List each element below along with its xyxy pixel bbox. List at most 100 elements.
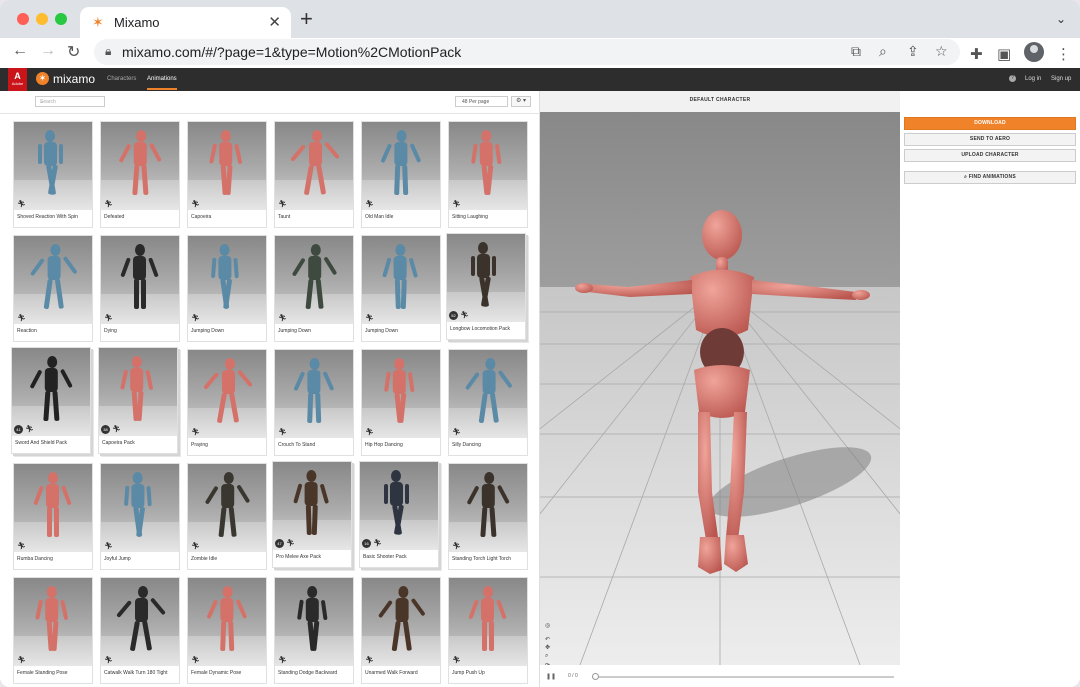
more-menu-icon[interactable]: ⋮ xyxy=(1056,45,1071,63)
animation-card[interactable]: 🏃︎ Capoeira xyxy=(187,121,267,228)
tab-mixamo[interactable]: ✶ Mixamo ✕ xyxy=(80,7,291,38)
reload-icon[interactable]: ↻ xyxy=(67,42,80,62)
minimize-window-button[interactable] xyxy=(36,13,48,25)
pack-count-badge: 38 xyxy=(101,425,110,434)
reset-camera-icon[interactable]: ◎ xyxy=(545,622,550,629)
animation-thumbnail xyxy=(14,464,92,552)
extensions-icon[interactable]: ✚ xyxy=(970,45,983,63)
3d-scene[interactable]: ◎ ↶ ✥ ⌕ ⟳ ▪ xyxy=(540,112,900,665)
pack-card[interactable]: 38 🏃︎ Capoeira Pack xyxy=(98,347,178,454)
close-window-button[interactable] xyxy=(17,13,29,25)
pause-icon[interactable]: ❚❚ xyxy=(546,673,556,680)
lock-icon[interactable]: 🔒︎ xyxy=(105,44,111,59)
animation-card[interactable]: 🏃︎ Zombie Idle xyxy=(187,463,267,570)
animation-label: Reaction xyxy=(17,328,37,334)
profile-icon[interactable] xyxy=(1024,42,1044,62)
adobe-logo[interactable]: A Adobe xyxy=(8,68,27,91)
animation-card[interactable]: 🏃︎ Crouch To Stand xyxy=(274,349,354,456)
animation-card[interactable]: 🏃︎ Jumping Down xyxy=(361,235,441,342)
animation-label: Crouch To Stand xyxy=(278,442,316,448)
tab-search-chevron-icon[interactable]: ⌄ xyxy=(1056,12,1066,26)
animation-card[interactable]: 🏃︎ Female Standing Pose xyxy=(13,577,93,684)
nav-animations[interactable]: Animations xyxy=(147,76,177,90)
pack-card[interactable]: 47 🏃︎ Pro Melee Axe Pack xyxy=(272,461,352,568)
playback-bar: ❚❚ 0 / 0 xyxy=(540,665,900,687)
pack-count-badge: 41 xyxy=(14,425,23,434)
animation-card[interactable]: 🏃︎ Dying xyxy=(100,235,180,342)
pan-icon[interactable]: ✥ xyxy=(545,644,550,651)
translate-icon[interactable]: ⧉ xyxy=(851,43,861,60)
nav-characters[interactable]: Characters xyxy=(107,76,136,82)
undo-icon[interactable]: ↶ xyxy=(545,636,550,643)
timeline-track[interactable] xyxy=(592,676,894,678)
upload-character-button[interactable]: UPLOAD CHARACTER xyxy=(904,149,1076,162)
character-figure xyxy=(119,130,162,196)
tab-close-icon[interactable]: ✕ xyxy=(268,13,281,31)
animation-card[interactable]: 🏃︎ Hip Hop Dancing xyxy=(361,349,441,456)
animation-card[interactable]: 🏃︎ Standing Dodge Backward xyxy=(274,577,354,684)
forward-icon[interactable]: → xyxy=(40,42,56,60)
pack-card[interactable]: 16 🏃︎ Basic Shooter Pack xyxy=(359,461,439,568)
runner-icon: 🏃︎ xyxy=(17,657,26,664)
upload-character-label: UPLOAD CHARACTER xyxy=(961,152,1019,158)
character-figure xyxy=(205,472,250,538)
animation-card[interactable]: 🏃︎ Old Man Idle xyxy=(361,121,441,228)
animation-card[interactable]: 🏃︎ Standing Torch Light Torch xyxy=(448,463,528,570)
share-icon[interactable]: ⇪ xyxy=(907,43,919,60)
animation-label: Hip Hop Dancing xyxy=(365,442,403,448)
animation-card[interactable]: 🏃︎ Reaction xyxy=(13,235,93,342)
animation-card[interactable]: 🏃︎ Sitting Laughing xyxy=(448,121,528,228)
animation-thumbnail xyxy=(188,122,266,210)
animation-card[interactable]: 🏃︎ Catwalk Walk Turn 180 Tight xyxy=(100,577,180,684)
bookmark-star-icon[interactable]: ☆ xyxy=(935,43,948,60)
character-figure xyxy=(290,130,340,195)
side-panel-icon[interactable]: ▣ xyxy=(997,45,1011,63)
timeline-scrubber[interactable] xyxy=(592,673,599,680)
send-to-aero-button[interactable]: SEND TO AERO xyxy=(904,133,1076,146)
address-bar[interactable]: 🔒︎ mixamo.com/#/?page=1&type=Motion%2CMo… xyxy=(94,39,960,65)
character-figure xyxy=(207,586,247,652)
animation-label: Jumping Down xyxy=(278,328,312,334)
settings-dropdown[interactable]: ⚙ ▾ xyxy=(511,96,531,107)
runner-icon: 🏃︎ xyxy=(278,429,287,436)
back-icon[interactable]: ← xyxy=(12,42,28,60)
animation-label: Catwalk Walk Turn 180 Tight xyxy=(104,670,168,676)
zoom-icon[interactable]: ⌕ xyxy=(879,43,887,60)
animation-card[interactable]: 🏃︎ Jump Push Up xyxy=(448,577,528,684)
new-tab-button[interactable]: + xyxy=(300,8,313,30)
browser-toolbar: ← → ↻ 🔒︎ mixamo.com/#/?page=1&type=Motio… xyxy=(0,38,1080,68)
login-link[interactable]: Log in xyxy=(1025,76,1041,82)
character-figure xyxy=(203,358,253,423)
animation-label: Female Dynamic Pose xyxy=(191,670,242,676)
animation-card[interactable]: 🏃︎ Jumping Down xyxy=(187,235,267,342)
animation-card[interactable]: 🏃︎ Praying xyxy=(187,349,267,456)
search-input[interactable]: Search ⌕ xyxy=(35,96,105,107)
zoom-tool-icon[interactable]: ⌕ xyxy=(545,653,548,660)
pack-card[interactable]: 41 🏃︎ Sword And Shield Pack xyxy=(11,347,91,454)
mixamo-logo-icon[interactable]: ✶ xyxy=(36,72,49,85)
pack-card[interactable]: 52 🏃︎ Longbow Locomotion Pack xyxy=(446,233,526,340)
animation-card[interactable]: 🏃︎ Jumping Down xyxy=(274,235,354,342)
maximize-window-button[interactable] xyxy=(55,13,67,25)
signup-link[interactable]: Sign up xyxy=(1051,76,1071,82)
download-button[interactable]: DOWNLOAD xyxy=(904,117,1076,130)
animation-card[interactable]: 🏃︎ Shoved Reaction With Spin xyxy=(13,121,93,228)
pack-count-badge: 47 xyxy=(275,539,284,548)
character-figure xyxy=(30,244,77,309)
animation-card[interactable]: 🏃︎ Rumba Dancing xyxy=(13,463,93,570)
animation-card[interactable]: 🏃︎ Taunt xyxy=(274,121,354,228)
runner-icon: 🏃︎ xyxy=(17,543,26,550)
find-animations-button[interactable]: ⌕ FIND ANIMATIONS xyxy=(904,171,1076,184)
animation-card[interactable]: 🏃︎ Joyful Jump xyxy=(100,463,180,570)
animation-card[interactable]: 🏃︎ Unarmed Walk Forward xyxy=(361,577,441,684)
animation-card[interactable]: 🏃︎ Female Dynamic Pose xyxy=(187,577,267,684)
animation-card[interactable]: 🏃︎ Defeated xyxy=(100,121,180,228)
animation-card[interactable]: 🏃︎ Silly Dancing xyxy=(448,349,528,456)
mixamo-logo-text[interactable]: mixamo xyxy=(53,72,95,86)
search-icon[interactable]: ⌕ xyxy=(40,99,101,105)
animation-thumbnail xyxy=(275,350,353,438)
url-text[interactable]: mixamo.com/#/?page=1&type=Motion%2CMotio… xyxy=(122,44,461,60)
runner-icon: 🏃︎ xyxy=(365,201,374,208)
per-page-select[interactable]: 48 Per page xyxy=(455,96,508,107)
help-icon[interactable]: ? xyxy=(1009,75,1016,82)
